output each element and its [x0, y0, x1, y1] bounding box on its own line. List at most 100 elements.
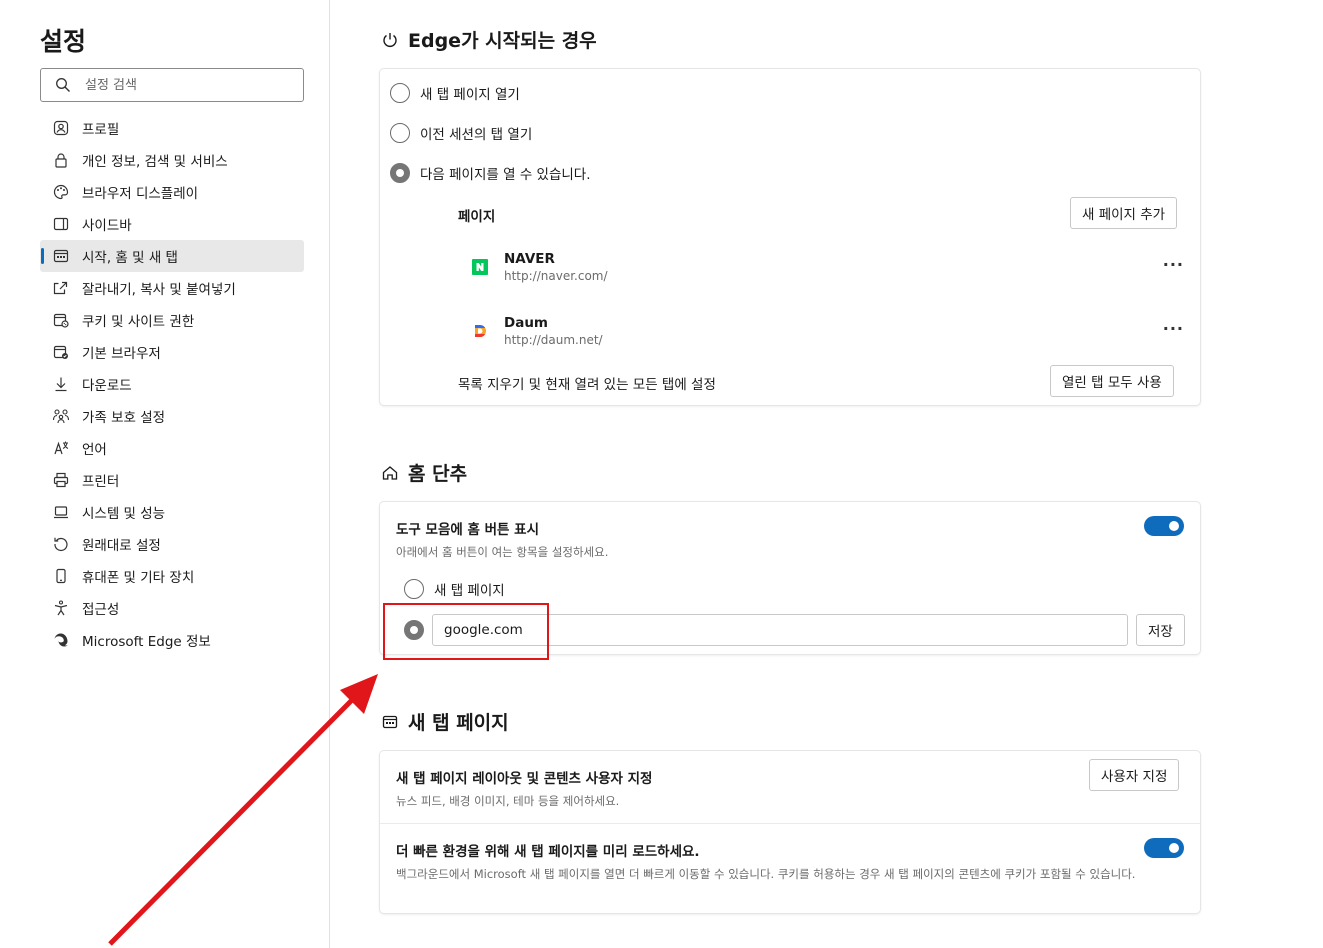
sidebar-item-privacy[interactable]: 개인 정보, 검색 및 서비스 [40, 144, 304, 176]
more-options-icon[interactable]: ··· [1163, 319, 1184, 338]
customize-newtab-label: 새 탭 페이지 레이아웃 및 콘텐츠 사용자 지정 [396, 771, 653, 787]
sidebar-item-label: 브라우저 디스플레이 [82, 186, 199, 202]
sidebar-item-label: 휴대폰 및 기타 장치 [82, 570, 195, 586]
new-tab-icon [380, 712, 400, 732]
sidebar-item-system[interactable]: 시스템 및 성능 [40, 496, 304, 528]
sidebar-item-label: 언어 [82, 442, 107, 458]
show-home-button-toggle[interactable] [1144, 516, 1184, 536]
sidebar-item-label: 시작, 홈 및 새 탭 [82, 250, 178, 266]
radio-button[interactable] [390, 83, 410, 103]
settings-search-input[interactable] [85, 77, 285, 93]
settings-search-box[interactable] [40, 68, 304, 102]
startup-option-specific-pages[interactable]: 다음 페이지를 열 수 있습니다. [390, 163, 591, 183]
family-icon [52, 407, 70, 425]
edge-icon [52, 631, 70, 649]
preload-newtab-description: 백그라운드에서 Microsoft 새 탭 페이지를 열면 더 빠르게 이동할 … [396, 867, 1136, 881]
radio-label: 다음 페이지를 열 수 있습니다. [420, 167, 591, 183]
sidebar-item-label: 쿠키 및 사이트 권한 [82, 314, 195, 330]
sidebar-item-accessibility[interactable]: 접근성 [40, 592, 304, 624]
settings-main: Edge가 시작되는 경우 새 탭 페이지 열기 이전 세션의 탭 열기 다음 … [330, 0, 1323, 948]
section-title-text: 홈 단추 [408, 463, 468, 485]
section-title-home: 홈 단추 [380, 459, 467, 486]
section-title-text: Edge가 시작되는 경우 [408, 30, 597, 52]
use-all-open-tabs-button[interactable]: 열린 탭 모두 사용 [1050, 365, 1174, 397]
preload-newtab-toggle[interactable] [1144, 838, 1184, 858]
sidebar-item-reset[interactable]: 원래대로 설정 [40, 528, 304, 560]
sidebar-icon [52, 215, 70, 233]
sidebar-item-appearance[interactable]: 브라우저 디스플레이 [40, 176, 304, 208]
section-title-text: 새 탭 페이지 [408, 712, 509, 734]
printer-icon [52, 471, 70, 489]
page-url: http://naver.com/ [504, 269, 608, 283]
sidebar-item-label: 개인 정보, 검색 및 서비스 [82, 154, 228, 170]
startup-option-new-tab[interactable]: 새 탭 페이지 열기 [390, 83, 520, 103]
radio-label: 새 탭 페이지 열기 [420, 87, 520, 103]
radio-button[interactable] [390, 123, 410, 143]
save-button[interactable]: 저장 [1136, 614, 1185, 646]
section-title-newtab: 새 탭 페이지 [380, 708, 509, 735]
sidebar-item-label: 접근성 [82, 602, 120, 618]
sidebar-item-label: 프린터 [82, 474, 120, 490]
sidebar-item-label: 프로필 [82, 122, 120, 138]
palette-icon [52, 183, 70, 201]
section-title-startup: Edge가 시작되는 경우 [380, 26, 597, 53]
radio-label: 새 탭 페이지 [434, 583, 505, 599]
add-new-page-button[interactable]: 새 페이지 추가 [1070, 197, 1178, 229]
sidebar-item-printers[interactable]: 프린터 [40, 464, 304, 496]
page-url: http://daum.net/ [504, 333, 603, 347]
sidebar-item-label: 원래대로 설정 [82, 538, 161, 554]
laptop-icon [52, 503, 70, 521]
sidebar-title: 설정 [40, 27, 87, 56]
show-home-button-description: 아래에서 홈 버튼이 여는 항목을 설정하세요. [396, 545, 609, 559]
sidebar-item-languages[interactable]: 언어 [40, 432, 304, 464]
page-name: NAVER [504, 251, 555, 267]
divider [380, 823, 1200, 824]
sidebar-item-sidebar[interactable]: 사이드바 [40, 208, 304, 240]
sidebar: 설정 프로필 개인 정보, 검색 및 서비스 브라우저 디스플레이 사이드바 시… [0, 0, 330, 948]
daum-icon [472, 323, 488, 339]
start-home-icon [52, 247, 70, 265]
sidebar-item-start-home-newtab[interactable]: 시작, 홈 및 새 탭 [40, 240, 304, 272]
download-icon [52, 375, 70, 393]
search-icon [55, 77, 71, 93]
startup-option-previous-session[interactable]: 이전 세션의 탭 열기 [390, 123, 532, 143]
preload-newtab-label: 더 빠른 환경을 위해 새 탭 페이지를 미리 로드하세요. [396, 844, 700, 860]
clear-list-label: 목록 지우기 및 현재 열려 있는 모든 탭에 설정 [458, 377, 716, 393]
share-icon [52, 279, 70, 297]
home-icon [380, 463, 400, 483]
sidebar-item-default-browser[interactable]: 기본 브라우저 [40, 336, 304, 368]
pages-label: 페이지 [458, 209, 496, 225]
startup-page-item: Daum http://daum.net/ ··· [472, 313, 1184, 353]
reset-icon [52, 535, 70, 553]
sidebar-item-downloads[interactable]: 다운로드 [40, 368, 304, 400]
sidebar-item-share-copy-paste[interactable]: 잘라내기, 복사 및 붙여넣기 [40, 272, 304, 304]
radio-button[interactable] [404, 579, 424, 599]
naver-icon [472, 259, 488, 275]
sidebar-item-family[interactable]: 가족 보호 설정 [40, 400, 304, 432]
sidebar-item-profile[interactable]: 프로필 [40, 112, 304, 144]
show-home-button-label: 도구 모음에 홈 버튼 표시 [396, 522, 539, 538]
customize-newtab-description: 뉴스 피드, 배경 이미지, 테마 등을 제어하세요. [396, 794, 620, 808]
lock-icon [52, 151, 70, 169]
sidebar-item-label: 시스템 및 성능 [82, 506, 166, 522]
sidebar-item-label: 기본 브라우저 [82, 346, 161, 362]
sidebar-item-label: 사이드바 [82, 218, 132, 234]
radio-button-selected[interactable] [390, 163, 410, 183]
default-browser-icon [52, 343, 70, 361]
power-icon [380, 30, 400, 50]
more-options-icon[interactable]: ··· [1163, 255, 1184, 274]
customize-button[interactable]: 사용자 지정 [1089, 759, 1180, 791]
radio-label: 이전 세션의 탭 열기 [420, 127, 533, 143]
sidebar-item-label: 다운로드 [82, 378, 132, 394]
annotation-highlight-box [383, 603, 549, 660]
startup-page-item: NAVER http://naver.com/ ··· [472, 249, 1184, 289]
sidebar-item-phone[interactable]: 휴대폰 및 기타 장치 [40, 560, 304, 592]
sidebar-item-cookies[interactable]: 쿠키 및 사이트 권한 [40, 304, 304, 336]
newtab-card: 새 탭 페이지 레이아웃 및 콘텐츠 사용자 지정 뉴스 피드, 배경 이미지,… [380, 751, 1200, 913]
home-option-new-tab[interactable]: 새 탭 페이지 [404, 579, 505, 599]
sidebar-item-label: Microsoft Edge 정보 [82, 634, 211, 650]
sidebar-item-label: 잘라내기, 복사 및 붙여넣기 [82, 282, 236, 298]
sidebar-item-about-edge[interactable]: Microsoft Edge 정보 [40, 624, 304, 656]
settings-nav: 프로필 개인 정보, 검색 및 서비스 브라우저 디스플레이 사이드바 시작, … [40, 112, 304, 656]
page-name: Daum [504, 315, 548, 331]
